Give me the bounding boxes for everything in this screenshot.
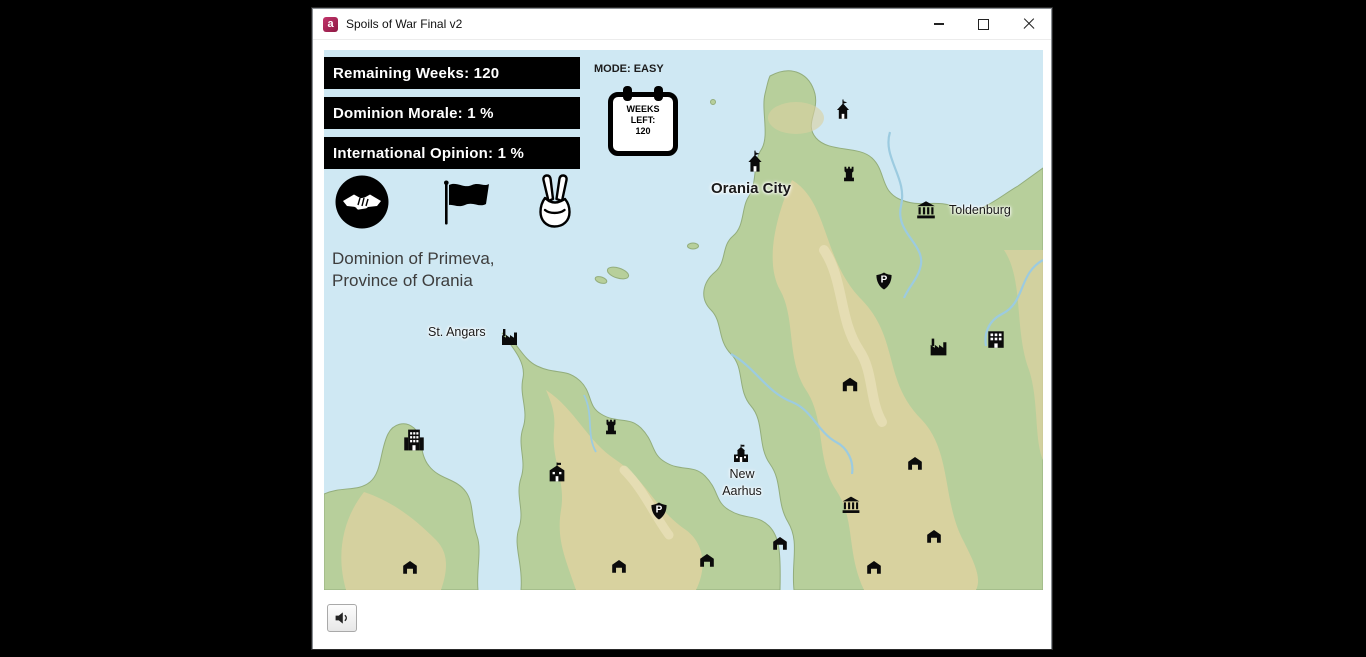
window-content: Remaining Weeks: 120 Dominion Morale: 1 … [313, 40, 1051, 649]
city-label-new-aarhus: New Aarhus [716, 466, 768, 500]
castle-icon[interactable] [832, 99, 854, 121]
region-title: Dominion of Primeva, Province of Orania [332, 248, 495, 292]
warehouse-icon[interactable] [907, 455, 924, 472]
calendar-left-word: LEFT: [613, 115, 673, 126]
calendar-weeks-value: 120 [613, 126, 673, 137]
maximize-button[interactable] [961, 9, 1006, 39]
factory-icon[interactable] [928, 337, 949, 358]
app-logo-icon: a [323, 17, 338, 32]
tower-icon[interactable] [602, 418, 620, 436]
calendar-ring-icon [654, 86, 663, 101]
app-window: a Spoils of War Final v2 [312, 8, 1052, 649]
city-label-st-angars: St. Angars [428, 325, 486, 339]
office-building-icon[interactable] [985, 328, 1007, 350]
warehouse-icon[interactable] [611, 558, 628, 575]
police-badge-icon[interactable]: P [650, 502, 669, 521]
mode-label: MODE: EASY [594, 63, 664, 75]
city-label-toldenburg: Toldenburg [949, 203, 1011, 217]
game-map[interactable]: Remaining Weeks: 120 Dominion Morale: 1 … [324, 50, 1043, 590]
map-terrain [324, 50, 1043, 590]
city-label-orania: Orania City [711, 180, 791, 197]
calendar-icon: WEEKS LEFT: 120 [608, 92, 678, 156]
remaining-weeks-label: Remaining Weeks: 120 [333, 65, 499, 82]
close-icon [1023, 18, 1035, 30]
handshake-icon[interactable] [334, 174, 390, 230]
apartment-icon[interactable] [401, 427, 427, 453]
dominion-morale-bar: Dominion Morale: 1 % [324, 97, 580, 129]
bank-icon[interactable] [915, 199, 937, 221]
speaker-button[interactable] [327, 604, 357, 632]
remaining-weeks-bar: Remaining Weeks: 120 [324, 57, 580, 89]
factory-icon[interactable] [499, 327, 519, 347]
dominion-morale-label: Dominion Morale: 1 % [333, 105, 494, 122]
international-opinion-bar: International Opinion: 1 % [324, 137, 580, 169]
monument-icon[interactable] [841, 495, 862, 516]
warehouse-icon[interactable] [402, 559, 419, 576]
title-bar[interactable]: a Spoils of War Final v2 [313, 9, 1051, 40]
minimize-icon [934, 23, 944, 24]
warehouse-icon[interactable] [841, 375, 859, 393]
tower-icon[interactable] [840, 165, 858, 183]
maximize-icon [978, 19, 989, 30]
region-title-line2: Province of Orania [332, 270, 495, 292]
school-icon[interactable] [547, 463, 568, 484]
warehouse-icon[interactable] [926, 528, 943, 545]
castle-icon[interactable] [743, 150, 767, 174]
town-hall-icon[interactable] [731, 444, 751, 464]
warehouse-icon[interactable] [699, 552, 716, 569]
calendar-weeks-word: WEEKS [613, 104, 673, 115]
window-title: Spoils of War Final v2 [346, 17, 462, 31]
flag-icon[interactable] [442, 180, 492, 226]
minimize-button[interactable] [916, 9, 961, 39]
speaker-icon [334, 611, 350, 625]
victory-hand-icon[interactable] [534, 170, 576, 230]
calendar-ring-icon [623, 86, 632, 101]
warehouse-icon[interactable] [866, 559, 883, 576]
warehouse-icon[interactable] [772, 535, 789, 552]
international-opinion-label: International Opinion: 1 % [333, 145, 524, 162]
region-title-line1: Dominion of Primeva, [332, 248, 495, 270]
close-button[interactable] [1006, 9, 1051, 39]
police-badge-icon[interactable]: P [875, 272, 894, 291]
